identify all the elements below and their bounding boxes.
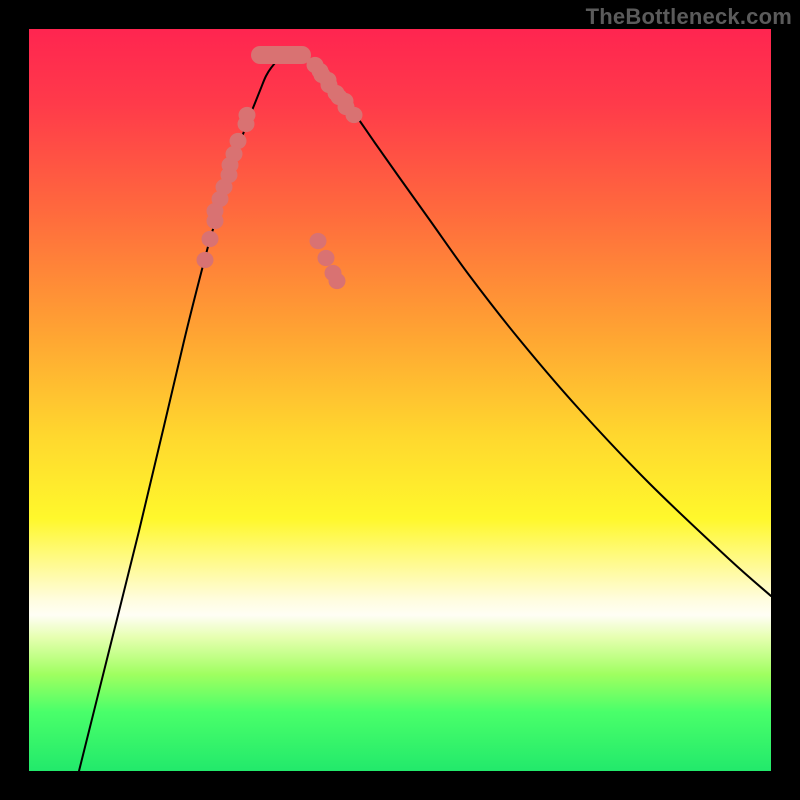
data-marker [310,233,327,249]
data-marker [239,107,256,123]
data-marker [318,250,335,266]
curve-markers [197,46,363,289]
data-marker [346,107,363,123]
data-marker [197,252,214,268]
bottleneck-curve [79,53,771,771]
data-marker [202,231,219,247]
watermark-text: TheBottleneck.com [586,4,792,30]
trough-marker [251,46,311,64]
data-marker [230,133,247,149]
bottleneck-chart [29,29,771,771]
data-marker [325,265,342,281]
